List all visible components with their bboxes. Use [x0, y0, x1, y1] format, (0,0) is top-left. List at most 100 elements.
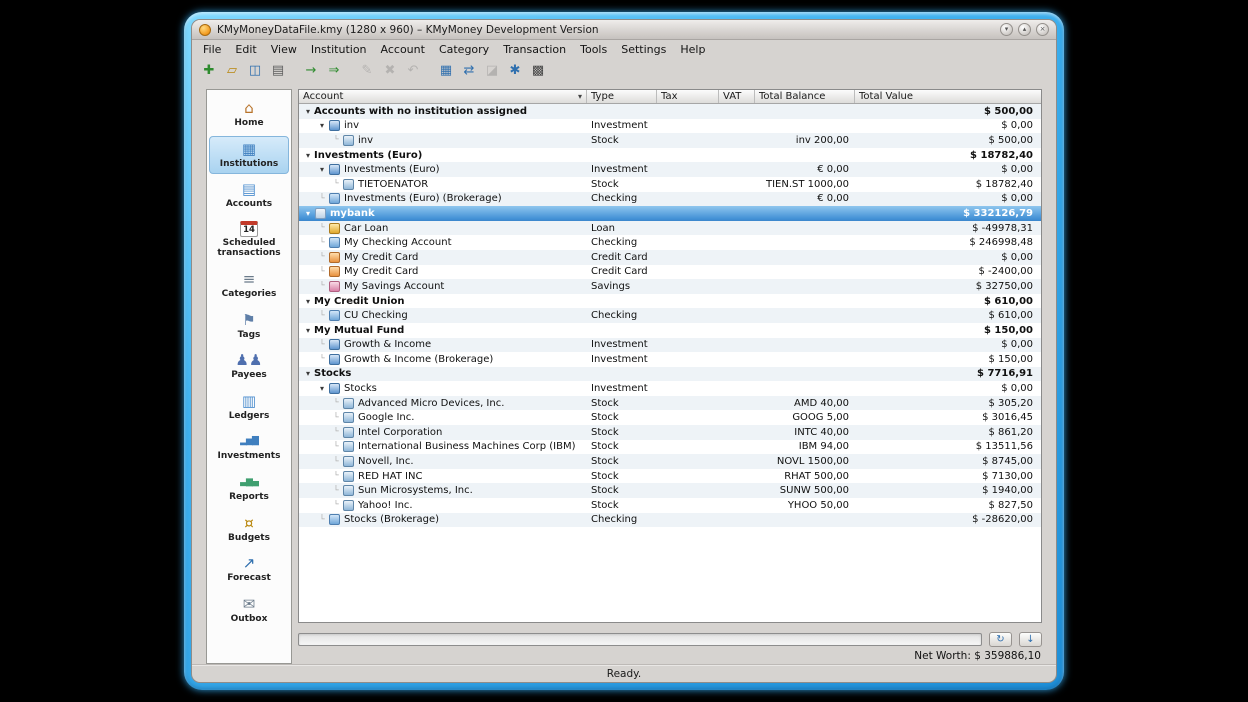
menu-transaction[interactable]: Transaction — [496, 42, 573, 57]
table-row[interactable]: └invStockinv 200,00$ 500,00 — [299, 133, 1041, 148]
expander-icon[interactable]: ▾ — [302, 151, 314, 160]
titlebar[interactable]: KMyMoneyDataFile.kmy (1280 x 960) – KMyM… — [192, 20, 1056, 40]
table-row-selected[interactable]: ▾mybank$ 332126,79 — [299, 206, 1041, 221]
tree-branch-icon: └ — [330, 413, 342, 423]
table-row[interactable]: └Google Inc.StockGOOG 5,00$ 3016,45 — [299, 410, 1041, 425]
progress-details-button[interactable]: ↻ — [989, 632, 1012, 647]
expander-icon[interactable]: ▾ — [302, 326, 314, 335]
account-type: Investment — [587, 354, 657, 365]
menu-account[interactable]: Account — [374, 42, 432, 57]
sidebar-item-tags[interactable]: ⚑Tags — [209, 307, 289, 346]
tags-icon: ⚑ — [240, 311, 258, 329]
table-row[interactable]: └Sun Microsystems, Inc.StockSUNW 500,00$… — [299, 483, 1041, 498]
maximize-button[interactable]: ▴ — [1018, 23, 1031, 36]
table-body: ▾Accounts with no institution assigned$ … — [299, 104, 1041, 622]
account-name: RED HAT INC — [358, 471, 422, 482]
table-row[interactable]: └Advanced Micro Devices, Inc.StockAMD 40… — [299, 396, 1041, 411]
expander-icon[interactable]: ▾ — [302, 369, 314, 378]
grid-icon[interactable]: ▩ — [528, 61, 548, 81]
menu-institution[interactable]: Institution — [304, 42, 374, 57]
new-institution-icon[interactable]: → — [301, 61, 321, 81]
sidebar-item-reports[interactable]: ▃▆▄Reports — [209, 469, 289, 508]
account-name: My Mutual Fund — [314, 325, 404, 336]
expander-icon[interactable]: ▾ — [316, 384, 328, 393]
menu-tools[interactable]: Tools — [573, 42, 614, 57]
table-row[interactable]: └Growth & IncomeInvestment$ 0,00 — [299, 338, 1041, 353]
sidebar-item-home[interactable]: ⌂Home — [209, 95, 289, 134]
table-row[interactable]: └International Business Machines Corp (I… — [299, 440, 1041, 455]
table-row[interactable]: ▾My Mutual Fund$ 150,00 — [299, 323, 1041, 338]
transfer-icon[interactable]: ⇄ — [459, 61, 479, 81]
table-row[interactable]: └Investments (Euro) (Brokerage)Checking€… — [299, 192, 1041, 207]
menu-settings[interactable]: Settings — [614, 42, 673, 57]
accounts-icon: ▤ — [240, 180, 258, 198]
stock-account-icon — [343, 500, 354, 511]
new-file-icon[interactable]: ✚ — [199, 61, 219, 81]
account-name: My Savings Account — [344, 281, 444, 292]
open-file-icon[interactable]: ▱ — [222, 61, 242, 81]
table-row[interactable]: └Novell, Inc.StockNOVL 1500,00$ 8745,00 — [299, 454, 1041, 469]
table-row[interactable]: └Intel CorporationStockINTC 40,00$ 861,2… — [299, 425, 1041, 440]
sidebar-item-budgets[interactable]: ¤Budgets — [209, 510, 289, 549]
sidebar-item-institutions[interactable]: ▦Institutions — [209, 136, 289, 175]
expander-icon[interactable]: ▾ — [302, 297, 314, 306]
column-header-tax[interactable]: Tax — [657, 90, 719, 103]
table-row[interactable]: ▾invInvestment$ 0,00 — [299, 119, 1041, 134]
table-row[interactable]: └Yahoo! Inc.StockYHOO 50,00$ 827,50 — [299, 498, 1041, 513]
total-value: $ 0,00 — [855, 252, 1041, 263]
column-header-account[interactable]: Account ▾ — [299, 90, 587, 103]
table-row[interactable]: ▾My Credit Union$ 610,00 — [299, 294, 1041, 309]
menu-view[interactable]: View — [264, 42, 304, 57]
table-row[interactable]: └Stocks (Brokerage)Checking$ -28620,00 — [299, 513, 1041, 528]
new-account-icon[interactable]: ⇒ — [324, 61, 344, 81]
sidebar-item-forecast[interactable]: ↗Forecast — [209, 550, 289, 589]
expander-icon[interactable]: ▾ — [316, 121, 328, 130]
sidebar-item-scheduled-transactions[interactable]: 14Scheduled transactions — [209, 217, 289, 264]
table-row[interactable]: └Car LoanLoan$ -49978,31 — [299, 221, 1041, 236]
print-icon[interactable]: ▤ — [268, 61, 288, 81]
total-value: $ 861,20 — [855, 427, 1041, 438]
expander-icon[interactable]: ▾ — [316, 165, 328, 174]
save-icon[interactable]: ◫ — [245, 61, 265, 81]
total-value: $ 305,20 — [855, 398, 1041, 409]
table-row[interactable]: ▾Investments (Euro)$ 18782,40 — [299, 148, 1041, 163]
column-header-total-value[interactable]: Total Value — [855, 90, 1041, 103]
sidebar-item-accounts[interactable]: ▤Accounts — [209, 176, 289, 215]
sidebar-item-outbox[interactable]: ✉Outbox — [209, 591, 289, 630]
sidebar-item-label: Outbox — [231, 614, 268, 625]
table-row[interactable]: ▾Stocks$ 7716,91 — [299, 367, 1041, 382]
table-row[interactable]: └CU CheckingChecking$ 610,00 — [299, 308, 1041, 323]
close-button[interactable]: × — [1036, 23, 1049, 36]
menu-file[interactable]: File — [196, 42, 228, 57]
expander-icon[interactable]: ▾ — [302, 209, 314, 218]
table-row[interactable]: └TIETOENATORStockTIEN.ST 1000,00$ 18782,… — [299, 177, 1041, 192]
table-row[interactable]: └RED HAT INCStockRHAT 500,00$ 7130,00 — [299, 469, 1041, 484]
account-name: Stocks (Brokerage) — [344, 514, 439, 525]
menu-edit[interactable]: Edit — [228, 42, 263, 57]
table-row[interactable]: └Growth & Income (Brokerage)Investment$ … — [299, 352, 1041, 367]
sidebar-item-ledgers[interactable]: ▥Ledgers — [209, 388, 289, 427]
menu-help[interactable]: Help — [673, 42, 712, 57]
table-row[interactable]: └My Savings AccountSavings$ 32750,00 — [299, 279, 1041, 294]
table-row[interactable]: ▾Investments (Euro)Investment€ 0,00$ 0,0… — [299, 162, 1041, 177]
column-header-vat[interactable]: VAT — [719, 90, 755, 103]
expander-icon[interactable]: ▾ — [302, 107, 314, 116]
menu-category[interactable]: Category — [432, 42, 496, 57]
ledger-icon[interactable]: ▦ — [436, 61, 456, 81]
table-row[interactable]: ▾Accounts with no institution assigned$ … — [299, 104, 1041, 119]
progress-cancel-button[interactable]: ↓ — [1019, 632, 1042, 647]
sidebar-item-payees[interactable]: ♟♟Payees — [209, 347, 289, 386]
ledgers-icon: ▥ — [240, 392, 258, 410]
column-header-total-balance[interactable]: Total Balance — [755, 90, 855, 103]
configure-icon[interactable]: ✱ — [505, 61, 525, 81]
table-row[interactable]: └My Credit CardCredit Card$ 0,00 — [299, 250, 1041, 265]
total-value: $ -2400,00 — [855, 266, 1041, 277]
column-header-type[interactable]: Type — [587, 90, 657, 103]
minimize-button[interactable]: ▾ — [1000, 23, 1013, 36]
sidebar-item-categories[interactable]: ≡Categories — [209, 266, 289, 305]
account-name: Accounts with no institution assigned — [314, 106, 527, 117]
sidebar-item-investments[interactable]: ▂▅▇Investments — [209, 428, 289, 467]
table-row[interactable]: └My Checking AccountChecking$ 246998,48 — [299, 235, 1041, 250]
table-row[interactable]: ▾StocksInvestment$ 0,00 — [299, 381, 1041, 396]
table-row[interactable]: └My Credit CardCredit Card$ -2400,00 — [299, 265, 1041, 280]
